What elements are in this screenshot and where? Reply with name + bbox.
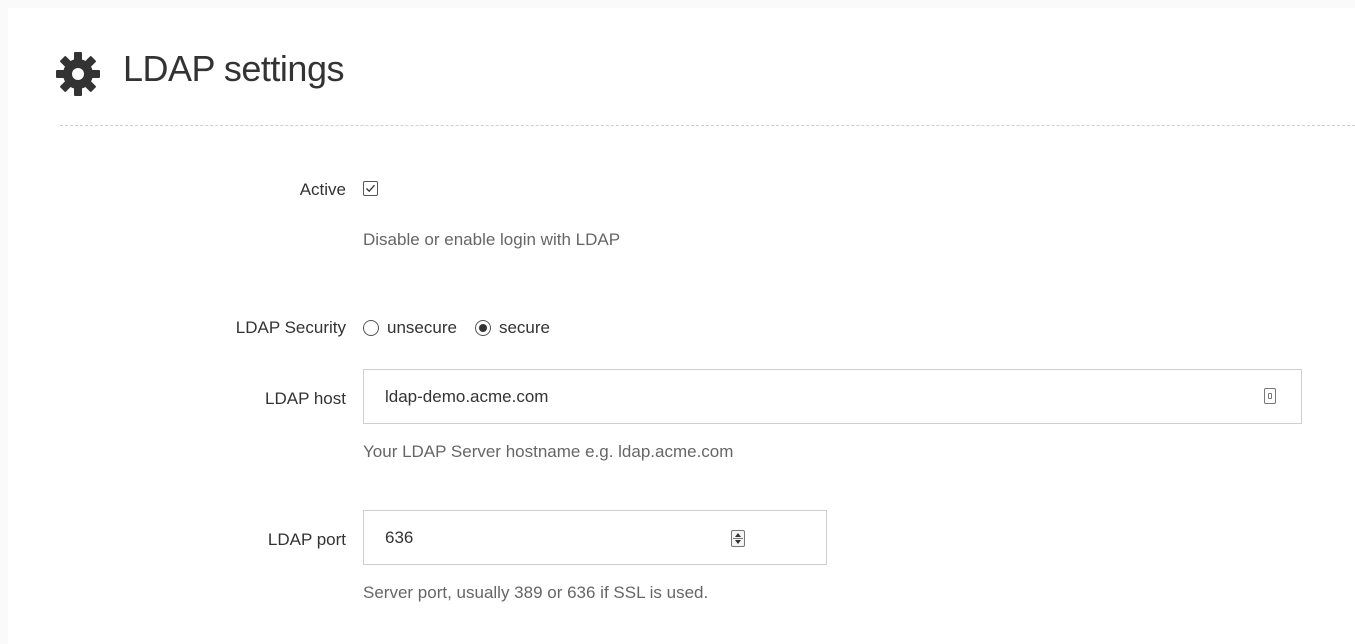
security-radio-group: unsecure secure <box>363 316 568 340</box>
settings-panel: LDAP settings Active Disable or enable l… <box>8 8 1355 644</box>
header-divider <box>60 125 1355 126</box>
spinner-up-icon[interactable] <box>735 533 741 537</box>
port-input-value: 636 <box>385 528 414 547</box>
radio-secure-label[interactable]: secure <box>499 318 550 338</box>
page-title: LDAP settings <box>123 48 344 89</box>
active-help-text: Disable or enable login with LDAP <box>363 230 621 249</box>
port-label: LDAP port <box>267 530 346 549</box>
port-help-text: Server port, usually 389 or 636 if SSL i… <box>363 583 709 602</box>
host-input-value: ldap-demo.acme.com <box>385 387 549 406</box>
radio-secure[interactable] <box>474 320 491 336</box>
port-input[interactable]: 636 <box>363 510 827 565</box>
port-spinner[interactable] <box>731 530 745 547</box>
spinner-down-icon[interactable] <box>735 540 741 544</box>
radio-unsecure[interactable] <box>363 320 379 336</box>
host-label: LDAP host <box>265 389 346 408</box>
page: LDAP settings Active Disable or enable l… <box>0 0 1355 644</box>
check-icon <box>366 184 375 193</box>
radio-unsecure-label[interactable]: unsecure <box>387 318 457 338</box>
security-label: LDAP Security <box>235 318 346 337</box>
active-checkbox[interactable] <box>363 181 378 196</box>
active-label: Active <box>299 180 346 199</box>
host-help-text: Your LDAP Server hostname e.g. ldap.acme… <box>363 442 734 461</box>
host-input[interactable]: ldap-demo.acme.com <box>363 369 1302 424</box>
page-header: LDAP settings <box>8 8 1355 125</box>
gear-icon <box>56 52 100 96</box>
password-manager-icon[interactable] <box>1264 388 1276 404</box>
